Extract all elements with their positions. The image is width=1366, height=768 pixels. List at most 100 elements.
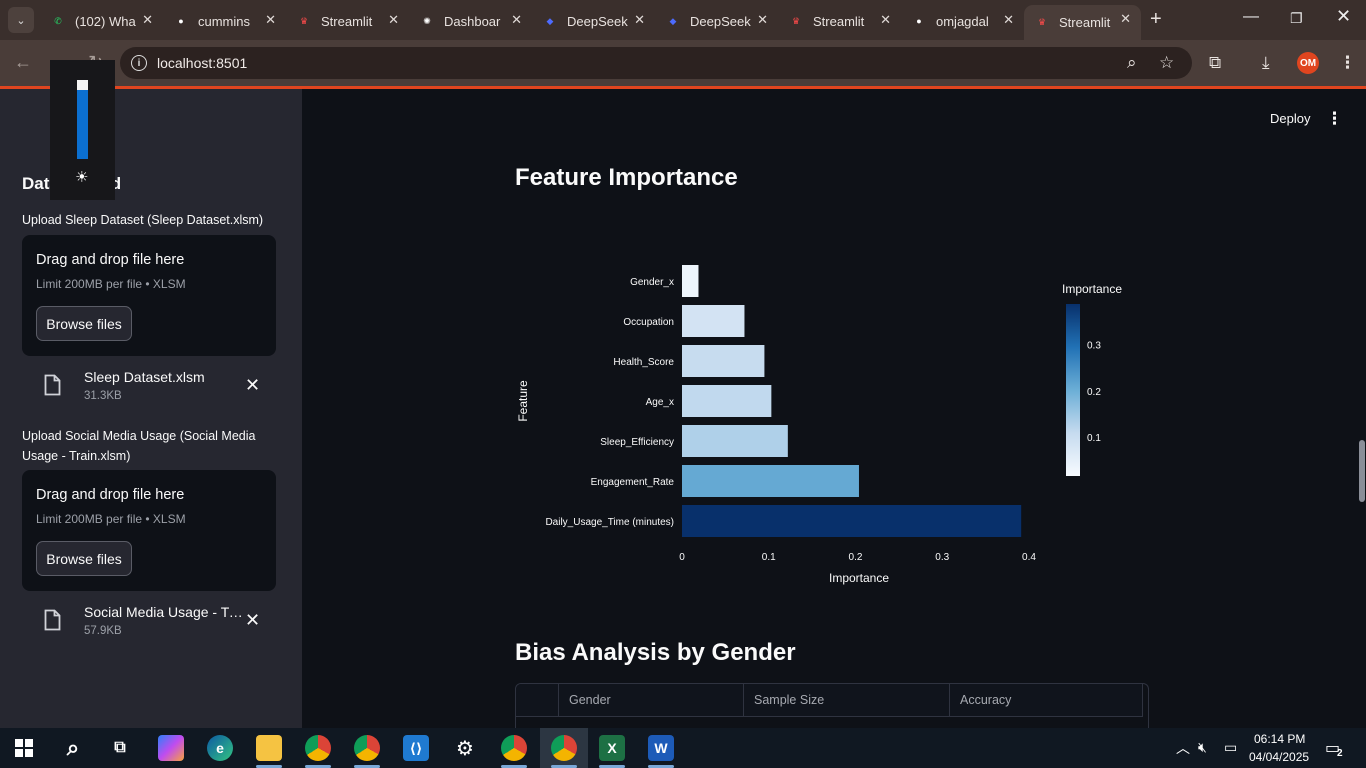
copilot-icon[interactable] (158, 735, 184, 761)
bar-gender-x[interactable] (682, 265, 699, 297)
page-scrollbar[interactable] (1359, 440, 1365, 502)
bookmark-star-icon[interactable]: ☆ (1159, 53, 1174, 73)
browser-menu-icon[interactable]: ⋮ (1339, 53, 1356, 73)
browser-tab[interactable]: ♛ Streamlit ✕ (286, 6, 409, 36)
streamlit-icon: ♛ (299, 15, 309, 26)
upload-label-social: Upload Social Media Usage (Social Media … (22, 429, 256, 463)
chrome-icon[interactable] (551, 735, 577, 761)
whatsapp-icon: ✆ (54, 15, 62, 26)
network-icon[interactable]: ▭ (1224, 739, 1237, 756)
tab-close-icon[interactable]: ✕ (757, 12, 768, 28)
tab-close-icon[interactable]: ✕ (634, 12, 645, 28)
edge-icon[interactable]: e (207, 735, 233, 761)
uploaded-file-size: 31.3KB (84, 390, 122, 402)
search-icon[interactable]: ⌕ (60, 735, 86, 761)
dropzone-title: Drag and drop file here (36, 487, 185, 503)
tab-close-icon[interactable]: ✕ (511, 12, 522, 28)
browser-tab[interactable]: ♛ Streamlit ✕ (778, 6, 901, 36)
taskbar-date[interactable]: 04/04/2025 (1249, 750, 1309, 764)
tab-title: omjagdal (936, 13, 989, 29)
uploaded-file-size: 57.9KB (84, 625, 122, 637)
tab-title: Streamlit (321, 13, 373, 29)
extensions-icon[interactable]: ⧉ (1209, 53, 1221, 73)
bar-age-x[interactable] (682, 385, 772, 417)
excel-icon[interactable]: X (599, 735, 625, 761)
browser-tab[interactable]: ◆ DeepSeek ✕ (532, 6, 655, 36)
table-header-sample-size[interactable]: Sample Size (744, 684, 950, 717)
browser-tab[interactable]: ✆ (102) Wha ✕ (40, 6, 163, 36)
remove-file-icon[interactable]: ✕ (245, 610, 260, 631)
colorbar (1066, 304, 1080, 476)
tab-close-icon[interactable]: ✕ (880, 12, 891, 28)
y-axis-title: Feature (516, 380, 530, 422)
table-header-accuracy[interactable]: Accuracy (950, 684, 1143, 717)
dropzone-sleep[interactable]: Drag and drop file here Limit 200MB per … (22, 235, 276, 356)
browser-tab[interactable]: ● cummins ✕ (163, 6, 286, 36)
profile-avatar[interactable]: OM (1297, 52, 1319, 74)
x-tick-label: 0.1 (762, 552, 776, 563)
download-icon[interactable]: ⤓ (1262, 53, 1270, 73)
deploy-button[interactable]: Deploy (1270, 111, 1310, 126)
tab-search-chevron-icon[interactable]: ⌄ (8, 7, 34, 33)
vscode-icon[interactable]: ⟨⟩ (403, 735, 429, 761)
tab-title: (102) Wha (75, 13, 136, 29)
bar-engagement-rate[interactable] (682, 465, 859, 497)
settings-gear-icon[interactable]: ⚙ (452, 735, 478, 761)
word-icon[interactable]: W (648, 735, 674, 761)
tray-chevron-icon[interactable]: ︿ (1176, 738, 1190, 758)
tab-close-icon[interactable]: ✕ (1003, 12, 1014, 28)
minimize-icon[interactable]: — (1243, 8, 1259, 26)
remove-file-icon[interactable]: ✕ (245, 375, 260, 396)
site-info-icon[interactable]: i (131, 55, 147, 71)
brightness-slider[interactable] (77, 80, 88, 159)
x-tick-labels: 0 0.1 0.2 0.3 0.4 (679, 552, 1036, 563)
chrome-icon[interactable] (501, 735, 527, 761)
dropzone-social[interactable]: Drag and drop file here Limit 200MB per … (22, 470, 276, 591)
windows-start-icon[interactable] (15, 739, 33, 757)
feature-importance-title: Feature Importance (515, 164, 738, 191)
close-window-icon[interactable]: ✕ (1336, 6, 1351, 27)
tab-close-icon[interactable]: ✕ (265, 12, 276, 28)
streamlit-icon: ♛ (791, 15, 801, 26)
tab-title: cummins (198, 13, 251, 29)
deepseek-icon: ◆ (546, 15, 554, 26)
task-view-icon[interactable]: ⧉ (107, 735, 133, 761)
browse-files-button[interactable]: Browse files (36, 541, 132, 576)
browser-tab[interactable]: ✺ Dashboar ✕ (409, 6, 532, 36)
browser-tab[interactable]: ♛ Streamlit ✕ (1024, 5, 1141, 40)
restore-icon[interactable]: ❐ (1290, 10, 1303, 27)
chrome-icon[interactable] (354, 735, 380, 761)
y-tick-label: Occupation (623, 317, 674, 328)
dropzone-limit: Limit 200MB per file • XLSM (36, 277, 186, 291)
feature-importance-chart[interactable]: Gender_x Occupation Health_Score Age_x Sleep… (515, 240, 1145, 600)
upload-label-sleep: Upload Sleep Dataset (Sleep Dataset.xlsm… (22, 213, 264, 227)
tab-close-icon[interactable]: ✕ (1120, 11, 1131, 27)
file-explorer-icon[interactable] (256, 735, 282, 761)
new-tab-plus-icon[interactable]: + (1150, 8, 1162, 31)
bias-table[interactable]: Gender Sample Size Accuracy (515, 683, 1149, 728)
x-tick-label: 0.2 (849, 552, 863, 563)
bar-occupation[interactable] (682, 305, 745, 337)
tab-close-icon[interactable]: ✕ (388, 12, 399, 28)
bar-daily-usage-time-minutes[interactable] (682, 505, 1022, 537)
x-tick-label: 0 (679, 552, 685, 563)
taskbar-time[interactable]: 06:14 PM (1254, 732, 1305, 746)
tab-close-icon[interactable]: ✕ (142, 12, 153, 28)
bar-health-score[interactable] (682, 345, 765, 377)
main-menu-icon[interactable]: ⋮ (1326, 109, 1343, 129)
volume-muted-icon[interactable]: 🔇︎ (1198, 739, 1207, 756)
browser-tab[interactable]: ◆ DeepSeek ✕ (655, 6, 778, 36)
browse-files-button[interactable]: Browse files (36, 306, 132, 341)
browser-tab[interactable]: ● omjagdal ✕ (901, 6, 1024, 36)
back-arrow-icon[interactable]: ← (14, 52, 32, 73)
uploaded-file-name: Sleep Dataset.xlsm (84, 369, 205, 385)
table-header-gender[interactable]: Gender (559, 684, 744, 717)
y-tick-label: Gender_x (630, 277, 674, 288)
url-text[interactable]: localhost:8501 (157, 55, 247, 71)
y-tick-label: Sleep_Efficiency (600, 437, 674, 448)
bar-sleep-efficiency[interactable] (682, 425, 788, 457)
chrome-icon[interactable] (305, 735, 331, 761)
omnibox[interactable] (120, 47, 1192, 79)
openai-icon: ✺ (423, 15, 431, 26)
zoom-icon[interactable]: ⌕ (1127, 53, 1137, 73)
